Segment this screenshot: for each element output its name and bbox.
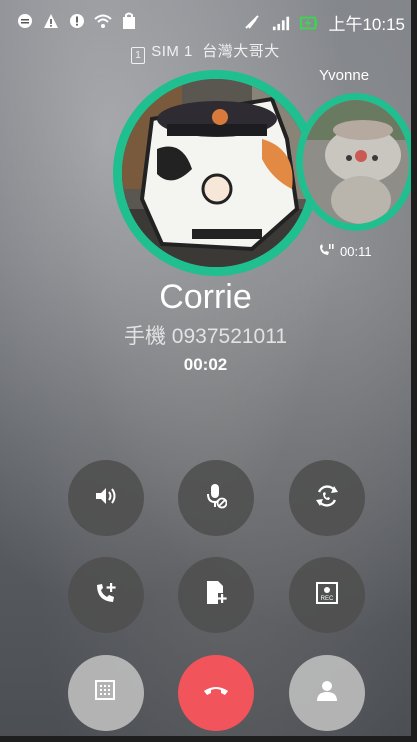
contact-button[interactable] <box>289 655 365 731</box>
end-call-button[interactable] <box>178 655 254 731</box>
phone-type-label: 手機 <box>123 325 166 348</box>
phone-number: 0937521011 <box>171 325 288 348</box>
hold-duration: 00:11 <box>340 244 372 259</box>
screen-edge <box>411 0 417 742</box>
warning-icon <box>42 12 60 30</box>
add-note-button[interactable] <box>178 557 254 633</box>
swap-call-button[interactable] <box>289 460 365 536</box>
screen-edge <box>0 736 417 742</box>
call-hold-icon <box>318 243 334 260</box>
add-call-button[interactable] <box>68 557 144 633</box>
contact-icon <box>317 680 337 707</box>
status-bar: 上午10:15 <box>0 0 411 40</box>
bag-icon <box>120 12 138 30</box>
signal-icon <box>272 14 290 32</box>
message-icon <box>16 12 34 30</box>
mute-button[interactable] <box>178 460 254 536</box>
swap-call-icon <box>314 483 340 514</box>
call-duration: 00:02 <box>183 355 228 374</box>
caller-avatar <box>113 70 319 276</box>
speaker-button[interactable] <box>68 460 144 536</box>
wifi-icon <box>94 12 112 30</box>
carrier-name: 台灣大哥大 <box>202 43 280 60</box>
sim-slot: SIM 1 <box>151 43 193 60</box>
mute-icon <box>244 14 262 32</box>
held-call-avatar[interactable] <box>296 93 416 231</box>
add-note-icon <box>205 580 227 611</box>
battery-charging-icon <box>300 14 318 32</box>
mute-mic-icon <box>205 483 228 514</box>
svg-text:REC: REC <box>321 596 334 602</box>
dialpad-button[interactable] <box>68 655 144 731</box>
held-caller-name: Yvonne <box>319 67 370 84</box>
record-icon: REC <box>316 581 338 609</box>
record-button[interactable]: REC <box>289 557 365 633</box>
speaker-icon <box>94 486 118 511</box>
caller-number: 手機 0937521011 <box>0 320 411 350</box>
alert-icon <box>68 12 86 30</box>
clock: 上午10:15 <box>328 15 405 34</box>
end-call-icon <box>203 684 229 703</box>
sim-info: 1 SIM 1 台灣大哥大 <box>0 40 411 64</box>
sim-card-icon: 1 <box>131 47 146 64</box>
caller-name: Corrie <box>159 278 252 316</box>
dialpad-icon <box>95 679 117 707</box>
add-call-icon <box>94 581 118 610</box>
held-call-status: 00:11 <box>318 243 372 260</box>
